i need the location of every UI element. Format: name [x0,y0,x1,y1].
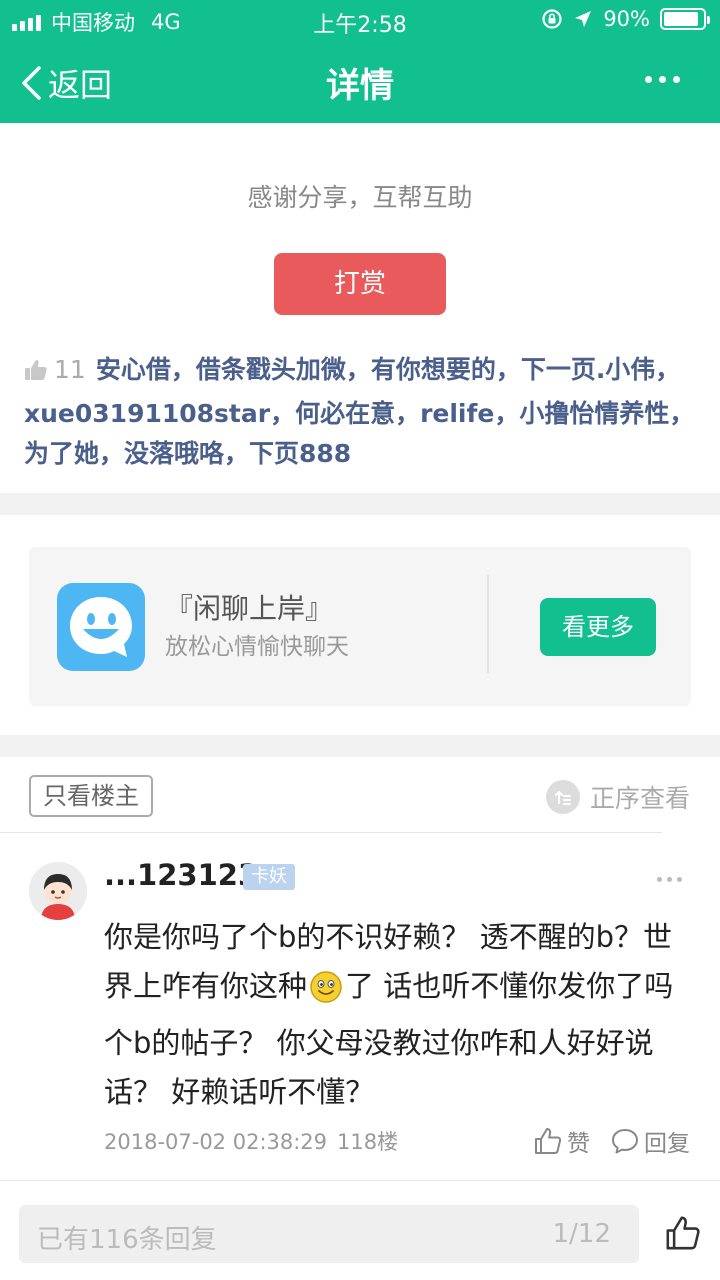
smiley-emoji-icon [309,970,343,1019]
reward-button[interactable]: 打赏 [274,253,446,315]
reply-input[interactable]: 已有116条回复 1/12 [19,1205,639,1263]
section-divider [0,735,720,757]
user-badge: 卡妖 [243,864,295,890]
post-meta: 2018-07-02 02:38:29 118楼 [104,1126,398,1156]
page-indicator[interactable]: 1/12 [553,1219,611,1249]
see-more-button[interactable]: 看更多 [540,598,656,656]
post-actions: 赞 回复 [533,1124,690,1158]
filter-row: 只看楼主 正序查看 [0,757,720,833]
battery-percent: 90% [603,7,650,31]
promo-card[interactable]: 『闲聊上岸』 放松心情愉快聊天 看更多 [29,547,691,706]
promo-title: 『闲聊上岸』 [165,592,334,625]
battery-icon [660,8,710,30]
likes-users[interactable]: 安心借，借条戳头加微，有你想要的，下一页.小伟，xue03191108star，… [24,355,694,468]
thumbs-up-outline-icon [535,1128,562,1154]
post-more-icon[interactable] [657,877,682,882]
post-floor: 118楼 [337,1130,399,1154]
filter-divider [0,832,662,833]
bottom-divider [0,1180,720,1181]
sort-icon [545,780,580,814]
status-bar: 中国移动 4G 上午2:58 90% [0,0,720,40]
like-button[interactable]: 赞 [533,1124,590,1158]
rotation-lock-icon [542,9,562,29]
post-timestamp: 2018-07-02 02:38:29 [104,1130,328,1154]
nav-bar: 返回 详情 [0,40,720,123]
reward-message: 感谢分享，互帮互助 [247,183,473,212]
post-body: 你是你吗了个b的不识好赖？ 透不醒的b？世界上咋有你这种 了 话也听不懂你发你了… [104,913,694,1117]
status-right: 90% [541,7,710,31]
promo-separator [487,575,489,673]
reply-label: 回复 [644,1131,690,1157]
only-owner-button[interactable]: 只看楼主 [29,775,153,817]
thumbs-up-icon [24,354,48,394]
likes-list: 11 安心借，借条戳头加微，有你想要的，下一页.小伟，xue03191108sta… [24,350,700,474]
promo-subtitle: 放松心情愉快聊天 [165,634,349,660]
order-label: 正序查看 [589,784,690,813]
comment-bubble-icon [612,1129,638,1154]
like-label: 赞 [567,1131,590,1157]
top-bar: 中国移动 4G 上午2:58 90% 返回 详情 [0,0,720,123]
section-divider [0,493,720,515]
likes-count: 11 [54,355,86,384]
reply-placeholder: 已有116条回复 [37,1225,217,1255]
order-toggle[interactable]: 正序查看 [545,779,690,815]
post-username[interactable]: ...123123 [104,858,258,892]
chat-app-icon [57,583,145,671]
bottom-like-icon[interactable] [664,1214,702,1256]
location-icon [575,11,592,27]
page-title: 详情 [326,66,394,106]
reply-button[interactable]: 回复 [610,1124,690,1158]
more-options-icon[interactable] [645,76,680,83]
avatar[interactable] [29,862,87,920]
